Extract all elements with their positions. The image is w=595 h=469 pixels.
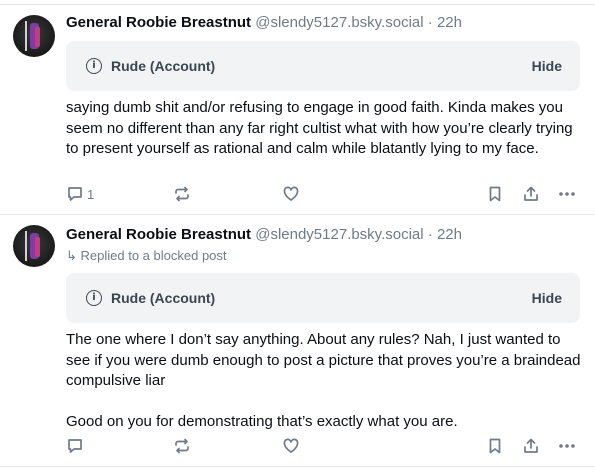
repost-button[interactable] (173, 437, 191, 455)
hide-button[interactable]: Hide (532, 290, 562, 306)
warning-label: Rude (Account) (111, 290, 216, 306)
avatar[interactable] (13, 225, 55, 267)
separator: · (423, 14, 437, 31)
more-options-button[interactable] (557, 437, 577, 455)
share-button[interactable] (522, 185, 540, 203)
share-icon (524, 438, 538, 453)
author-handle[interactable]: @slendy5127.bsky.social (255, 226, 423, 243)
bookmark-button[interactable] (486, 437, 504, 455)
like-button[interactable] (282, 185, 300, 203)
post-text: The one where I don’t say anything. Abou… (66, 330, 584, 433)
reply-count: 1 (87, 186, 95, 202)
post-paragraph: saying dumb shit and/or refusing to enga… (66, 99, 573, 157)
post[interactable]: General Roobie Breastnut @slendy5127.bsk… (0, 215, 595, 469)
replied-to-indicator: ↳ Replied to a blocked post (66, 248, 227, 264)
post-header: General Roobie Breastnut @slendy5127.bsk… (66, 226, 462, 243)
repost-icon (175, 186, 189, 202)
reply-icon (68, 187, 82, 201)
reply-button[interactable]: 1 (66, 185, 94, 203)
hide-button[interactable]: Hide (532, 58, 562, 74)
heart-icon (283, 438, 299, 453)
post-text: saying dumb shit and/or refusing to enga… (66, 98, 584, 160)
reply-icon (68, 439, 82, 453)
repost-icon (175, 438, 189, 454)
heart-icon (283, 186, 299, 201)
share-button[interactable] (522, 437, 540, 455)
like-button[interactable] (282, 437, 300, 455)
post[interactable]: General Roobie Breastnut @slendy5127.bsk… (0, 0, 595, 214)
avatar[interactable] (13, 15, 55, 57)
content-warning: i Rude (Account) Hide (66, 273, 580, 323)
share-icon (524, 186, 538, 201)
more-icon (559, 444, 575, 448)
bookmark-icon (489, 186, 501, 202)
bookmark-icon (489, 438, 501, 454)
post-header: General Roobie Breastnut @slendy5127.bsk… (66, 14, 462, 31)
post-paragraph: The one where I don’t say anything. Abou… (66, 331, 581, 389)
post-divider (0, 466, 595, 467)
warning-label: Rude (Account) (111, 58, 216, 74)
post-time[interactable]: 22h (437, 14, 462, 31)
info-icon: i (86, 290, 102, 306)
author-name[interactable]: General Roobie Breastnut (66, 14, 251, 31)
author-handle[interactable]: @slendy5127.bsky.social (255, 14, 423, 31)
content-warning: i Rude (Account) Hide (66, 41, 580, 91)
reply-arrow-icon: ↳ (66, 248, 77, 263)
post-actions: 1 (0, 185, 595, 205)
more-options-button[interactable] (557, 185, 577, 203)
post-paragraph: Good on you for demonstrating that’s exa… (66, 413, 458, 430)
replied-to-text: Replied to a blocked post (80, 248, 227, 263)
post-actions (0, 437, 595, 457)
post-time[interactable]: 22h (437, 226, 462, 243)
bookmark-button[interactable] (486, 185, 504, 203)
author-name[interactable]: General Roobie Breastnut (66, 226, 251, 243)
more-icon (559, 192, 575, 196)
reply-button[interactable] (66, 437, 87, 455)
repost-button[interactable] (173, 185, 191, 203)
separator: · (423, 226, 437, 243)
info-icon: i (86, 58, 102, 74)
